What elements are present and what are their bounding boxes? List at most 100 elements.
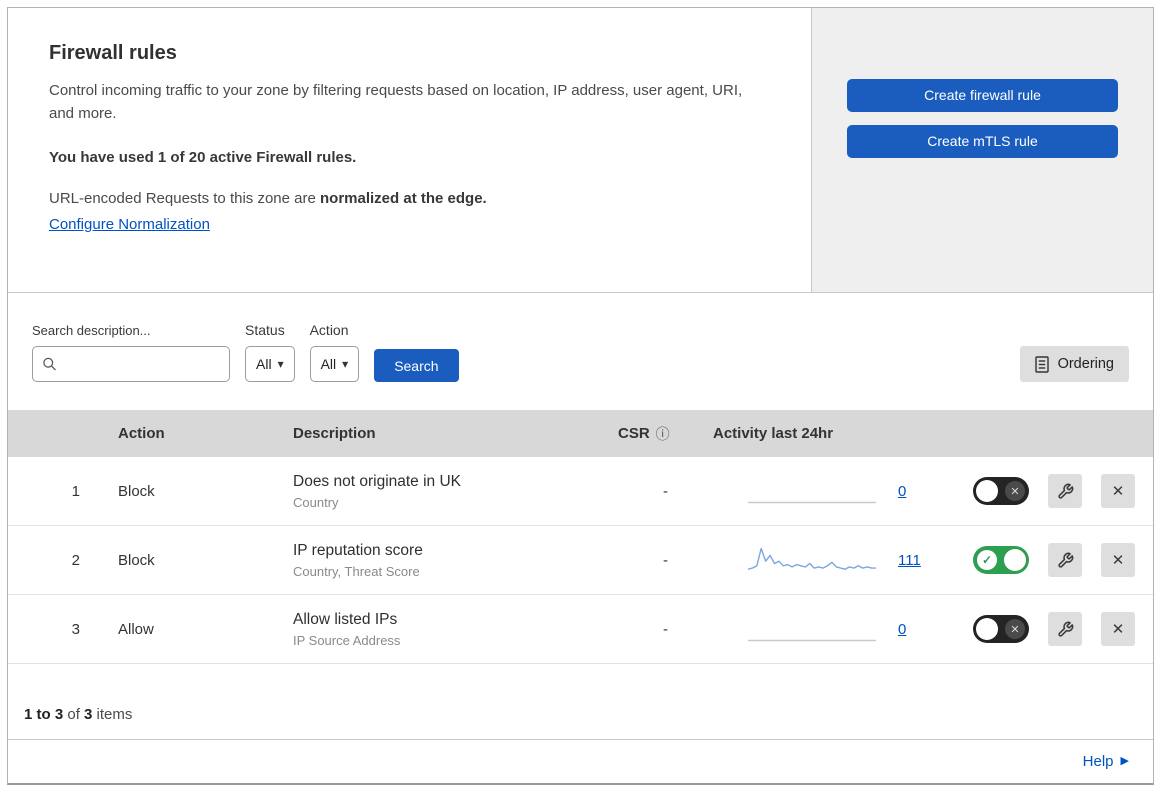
normalization-text: URL-encoded Requests to this zone are [49,189,320,207]
rule-description-cell: Does not originate in UK Country [273,473,618,510]
rule-csr-value: - [663,620,668,638]
rule-description-cell: Allow listed IPs IP Source Address [273,611,618,648]
rule-csr-value: - [663,482,668,500]
rule-priority: 2 [71,551,80,569]
rule-enabled-toggle[interactable]: ✓ ✕ [973,546,1029,574]
configure-normalization-link[interactable]: Configure Normalization [49,216,210,233]
x-icon: ✕ [1005,619,1025,639]
delete-rule-button[interactable]: ✕ [1101,474,1135,508]
items-text: items [92,706,133,723]
rule-csr-value: - [663,551,668,569]
help-link[interactable]: Help ▶ [1083,753,1129,770]
delete-rule-button[interactable]: ✕ [1101,543,1135,577]
chevron-down-icon: ▾ [342,357,349,371]
info-icon[interactable]: ⓘ [656,424,670,444]
toggle-knob [976,480,998,502]
action-value: All [320,356,337,372]
table-row: 1 Block Does not originate in UK Country… [8,457,1153,526]
rule-enabled-toggle[interactable]: ✓ ✕ [973,477,1029,505]
arrow-right-icon: ▶ [1120,755,1129,767]
rule-description: Does not originate in UK [293,472,462,490]
create-mtls-rule-button[interactable]: Create mTLS rule [847,124,1118,158]
activity-count-link[interactable]: 0 [898,621,906,638]
chevron-down-icon: ▾ [277,357,284,371]
close-icon: ✕ [1111,483,1125,500]
search-input[interactable] [32,346,230,382]
delete-rule-button[interactable]: ✕ [1101,612,1135,646]
activity-sparkline [748,478,876,504]
help-label: Help [1082,753,1114,770]
rule-activity-cell: 111 [713,547,943,573]
search-box [32,346,230,382]
status-value: All [256,356,272,372]
col-csr: CSR ⓘ [618,424,713,444]
wrench-icon [1057,483,1073,499]
list-document-icon [1034,355,1049,373]
page-description: Control incoming traffic to your zone by… [49,82,743,123]
status-select[interactable]: All ▾ [245,346,295,382]
table-row: 2 Block IP reputation score Country, Thr… [8,526,1153,595]
edit-rule-button[interactable] [1048,543,1082,577]
search-label: Search description... [32,323,151,338]
ordering-label: Ordering [1057,356,1114,372]
activity-sparkline [748,616,876,642]
header-actions-panel: Create firewall rule Create mTLS rule [812,8,1153,292]
rule-description: Allow listed IPs [293,610,398,628]
check-icon: ✓ [977,550,997,570]
action-select[interactable]: All ▾ [309,346,360,382]
rule-criteria: IP Source Address [293,632,401,648]
rule-action: Block [118,482,155,500]
usage-summary: You have used 1 of 20 active Firewall ru… [49,148,357,166]
action-label: Action [309,322,349,338]
page-title: Firewall rules [49,42,177,64]
rule-priority: 1 [71,482,80,500]
col-description: Description [293,425,376,442]
activity-sparkline [747,547,876,573]
col-action: Action [118,425,165,442]
wrench-icon [1057,552,1073,568]
pagination-summary: 1 to 3 of 3 items [8,664,1153,740]
help-bar: Help ▶ [8,740,1153,783]
toggle-knob [1004,549,1026,571]
rule-activity-cell: 0 [713,478,943,504]
search-button[interactable]: Search [374,349,459,382]
status-filter-group: Status All ▾ [245,322,295,382]
rule-controls: ✓ ✕ ✕ [943,612,1153,646]
rule-description: IP reputation score [293,541,423,559]
activity-count-link[interactable]: 0 [898,483,906,500]
rule-controls: ✓ ✕ ✕ [943,474,1153,508]
rule-criteria: Country [293,494,339,510]
rule-description-cell: IP reputation score Country, Threat Scor… [273,542,618,579]
search-icon [42,357,57,372]
table-row: 3 Allow Allow listed IPs IP Source Addre… [8,595,1153,664]
items-range: 1 to 3 [24,706,64,723]
x-icon: ✕ [1005,481,1025,501]
rule-priority: 3 [71,620,80,638]
rule-enabled-toggle[interactable]: ✓ ✕ [973,615,1029,643]
activity-count-link[interactable]: 111 [898,552,921,569]
rules-table: Action Description CSR ⓘ Activity last 2… [8,410,1153,740]
toggle-knob [976,618,998,640]
status-label: Status [245,322,285,338]
header-card: Firewall rules Control incoming traffic … [8,8,812,292]
rule-activity-cell: 0 [713,616,943,642]
rule-action: Allow [118,620,154,638]
table-header: Action Description CSR ⓘ Activity last 2… [8,410,1153,457]
wrench-icon [1057,621,1073,637]
rule-action: Block [118,551,155,569]
normalization-bold: normalized at the edge. [320,189,487,207]
ordering-button[interactable]: Ordering [1019,346,1129,382]
action-filter-group: Action All ▾ [309,322,360,382]
close-icon: ✕ [1111,621,1125,638]
edit-rule-button[interactable] [1048,474,1082,508]
create-firewall-rule-button[interactable]: Create firewall rule [847,78,1118,112]
search-group: Search description... [32,323,230,382]
filter-bar: Search description... Status All ▾ Actio… [8,293,1153,410]
rule-criteria: Country, Threat Score [293,563,420,579]
normalization-note: URL-encoded Requests to this zone are no… [49,190,751,207]
edit-rule-button[interactable] [1048,612,1082,646]
col-activity: Activity last 24hr [713,425,834,442]
header-section: Firewall rules Control incoming traffic … [8,8,1153,293]
rule-controls: ✓ ✕ ✕ [943,543,1153,577]
firewall-rules-page: Firewall rules Control incoming traffic … [7,7,1154,785]
